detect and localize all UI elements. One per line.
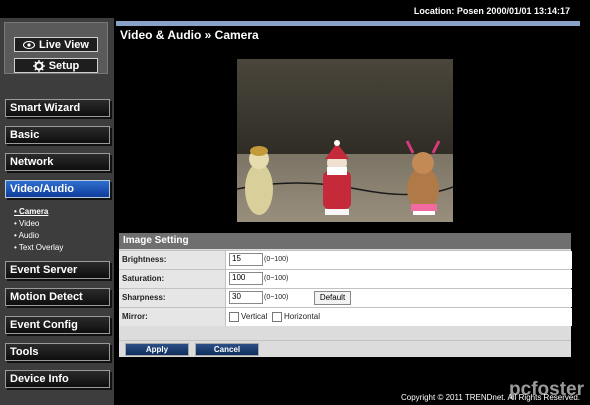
brightness-label: Brightness: bbox=[122, 255, 167, 264]
saturation-label: Saturation: bbox=[122, 274, 165, 283]
mirror-label: Mirror: bbox=[122, 312, 148, 321]
nav-tools[interactable]: Tools bbox=[5, 343, 110, 361]
apply-button[interactable]: Apply bbox=[125, 343, 189, 356]
sharpness-input[interactable]: 30 bbox=[229, 291, 263, 304]
sharpness-label: Sharpness: bbox=[122, 293, 166, 302]
nav-event-config[interactable]: Event Config bbox=[5, 316, 110, 334]
sidebar: Live View Setup Smart Wizard Basic Netwo… bbox=[0, 18, 114, 405]
main-content: Video & Audio » Camera Image Setting Bri… bbox=[116, 21, 580, 390]
image-setting-panel: Image Setting Brightness: 15 (0~100) Sat… bbox=[119, 233, 572, 357]
saturation-row: Saturation: 100 (0~100) bbox=[119, 269, 572, 288]
vertical-checkbox[interactable] bbox=[229, 312, 239, 322]
subnav-text-overlay[interactable]: • Text Overlay bbox=[14, 243, 63, 252]
camera-preview bbox=[237, 59, 453, 222]
location-datetime: Location: Posen 2000/01/01 13:14:17 bbox=[413, 6, 570, 16]
action-bar: Apply Cancel bbox=[119, 340, 571, 357]
saturation-input[interactable]: 100 bbox=[229, 272, 263, 285]
mirror-row: Mirror: Vertical Horizontal bbox=[119, 307, 572, 326]
subnav-video[interactable]: • Video bbox=[14, 219, 39, 228]
status-bar: Location: Posen 2000/01/01 13:14:17 bbox=[0, 0, 590, 20]
setup-button[interactable]: Setup bbox=[14, 58, 98, 73]
brightness-row: Brightness: 15 (0~100) bbox=[119, 250, 572, 269]
default-button[interactable]: Default bbox=[314, 291, 351, 305]
gear-icon bbox=[32, 59, 45, 72]
watermark-logo: pcfoster bbox=[509, 379, 584, 400]
brightness-input[interactable]: 15 bbox=[229, 253, 263, 266]
camera-feed-image bbox=[237, 59, 453, 222]
sharpness-row: Sharpness: 30 (0~100) Default bbox=[119, 288, 572, 307]
setup-label: Setup bbox=[48, 59, 80, 72]
brightness-range: (0~100) bbox=[264, 256, 289, 263]
nav-network[interactable]: Network bbox=[5, 153, 110, 171]
nav-basic[interactable]: Basic bbox=[5, 126, 110, 144]
eye-icon bbox=[23, 40, 36, 49]
nav-device-info[interactable]: Device Info bbox=[5, 370, 110, 388]
brightness-cell: 15 (0~100) bbox=[225, 251, 572, 269]
horizontal-label: Horizontal bbox=[284, 312, 321, 321]
nav-video-audio[interactable]: Video/Audio bbox=[5, 180, 110, 198]
nav-motion-detect[interactable]: Motion Detect bbox=[5, 288, 110, 306]
image-setting-header: Image Setting bbox=[119, 233, 571, 249]
nav-smart-wizard[interactable]: Smart Wizard bbox=[5, 99, 110, 117]
live-view-button[interactable]: Live View bbox=[14, 37, 98, 52]
subnav-camera[interactable]: • Camera bbox=[14, 207, 48, 216]
nav-event-server[interactable]: Event Server bbox=[5, 261, 110, 279]
sharpness-range: (0~100) bbox=[264, 294, 289, 301]
view-mode-panel: Live View Setup bbox=[4, 22, 108, 74]
cancel-button[interactable]: Cancel bbox=[195, 343, 259, 356]
page-title: Video & Audio » Camera bbox=[120, 28, 259, 42]
saturation-range: (0~100) bbox=[264, 275, 289, 282]
mirror-cell: Vertical Horizontal bbox=[225, 308, 572, 326]
horizontal-checkbox[interactable] bbox=[272, 312, 282, 322]
subnav-audio[interactable]: • Audio bbox=[14, 231, 39, 240]
sharpness-cell: 30 (0~100) Default bbox=[225, 289, 572, 307]
saturation-cell: 100 (0~100) bbox=[225, 270, 572, 288]
live-view-label: Live View bbox=[39, 38, 89, 51]
vertical-label: Vertical bbox=[241, 312, 268, 321]
